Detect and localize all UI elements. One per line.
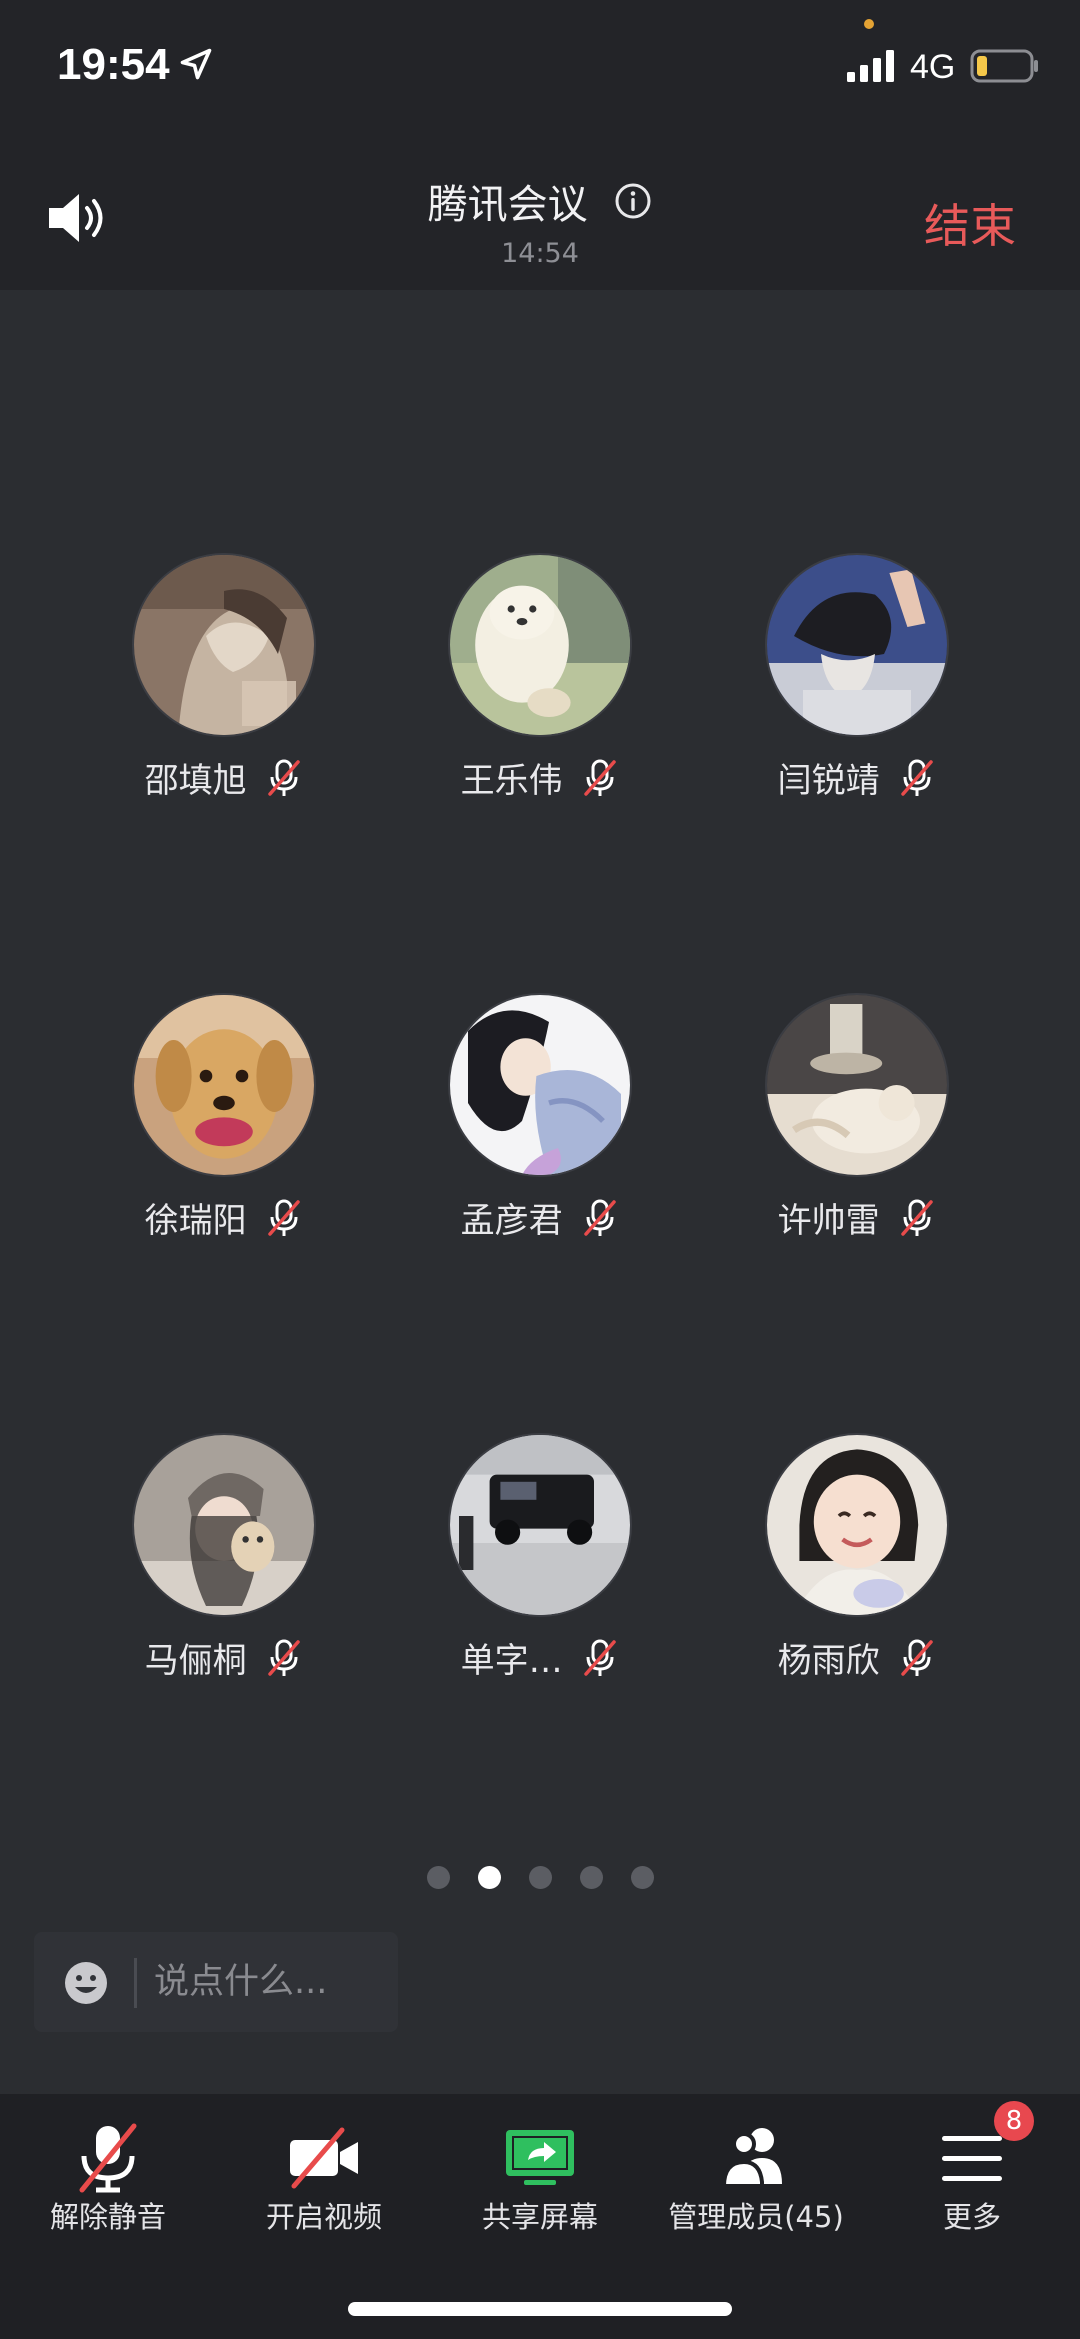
page-indicator[interactable] (0, 1866, 1080, 1892)
participant-avatar (448, 993, 632, 1177)
participant-avatar (448, 1433, 632, 1617)
video-off-icon (290, 2127, 358, 2189)
mic-muted-icon (584, 1199, 617, 1236)
participant-tile[interactable]: 孟彦君 (380, 993, 700, 1293)
participant-name: 王乐伟 (460, 761, 563, 801)
share-screen-icon (506, 2130, 574, 2185)
manage-members-button[interactable]: 管理成员(45) (648, 2094, 864, 2254)
mic-muted-icon (79, 2123, 137, 2193)
participant-tile[interactable]: 马俪桐 (64, 1433, 384, 1733)
participant-tile[interactable]: 邵填旭 (64, 553, 384, 853)
participant-tile[interactable]: 徐瑞阳 (64, 993, 384, 1293)
end-meeting-button[interactable]: 结束 (924, 190, 1016, 256)
mic-muted-icon (268, 1639, 301, 1676)
participant-tile[interactable]: 许帅雷 (697, 993, 1017, 1293)
participant-avatar (132, 993, 316, 1177)
participant-name: 邵填旭 (144, 761, 247, 801)
page-dot[interactable] (630, 1866, 654, 1889)
status-bar: 19:54 4G (0, 0, 1080, 130)
participant-name-row: 孟彦君 (380, 1193, 700, 1242)
participant-name-row: 王乐伟 (380, 753, 700, 802)
meeting-title-text: 腾讯会议 (427, 182, 588, 228)
chat-divider (134, 1958, 137, 2008)
more-button[interactable]: 更多 (864, 2094, 1080, 2254)
participant-tile[interactable]: 王乐伟 (380, 553, 700, 853)
notification-badge: 8 (994, 2101, 1034, 2141)
participant-name-row: 单字… (380, 1633, 700, 1682)
participant-avatar (132, 553, 316, 737)
mic-muted-icon (584, 1639, 617, 1676)
mic-muted-icon (901, 1639, 934, 1676)
start-video-label: 开启视频 (265, 2200, 382, 2234)
participant-name: 单字… (460, 1641, 563, 1681)
battery-low-icon (970, 49, 1038, 83)
privacy-indicator-dot (864, 19, 874, 29)
chat-input[interactable] (154, 1954, 384, 2010)
participant-avatar (448, 553, 632, 737)
participant-avatar (765, 993, 949, 1177)
participant-avatar (765, 1433, 949, 1617)
members-icon (721, 2128, 782, 2188)
unmute-label: 解除静音 (49, 2200, 166, 2234)
page-dot[interactable] (426, 1866, 450, 1889)
participant-name-row: 闫锐靖 (697, 753, 1017, 802)
mic-muted-icon (268, 1199, 301, 1236)
mic-muted-icon (901, 759, 934, 796)
meeting-title[interactable]: 腾讯会议 (0, 172, 1080, 230)
unmute-button[interactable]: 解除静音 (0, 2094, 216, 2254)
participant-name: 许帅雷 (777, 1201, 880, 1241)
participant-grid: 邵填旭 王乐伟 闫锐靖 徐瑞阳 孟彦君 许帅雷 马俪桐 单字… 杨雨欣 (0, 290, 1080, 1850)
manage-members-label: 管理成员(45) (668, 2200, 844, 2234)
participant-tile[interactable]: 杨雨欣 (697, 1433, 1017, 1733)
participant-name-row: 徐瑞阳 (64, 1193, 384, 1242)
participant-avatar (765, 553, 949, 737)
participant-name: 马俪桐 (144, 1641, 247, 1681)
participant-name-row: 杨雨欣 (697, 1633, 1017, 1682)
share-screen-button[interactable]: 共享屏幕 (432, 2094, 648, 2254)
status-time: 19:54 (57, 40, 170, 89)
signal-bars-icon (847, 50, 894, 82)
page-dot[interactable] (477, 1866, 501, 1889)
page-dot[interactable] (579, 1866, 603, 1889)
location-arrow-icon (180, 48, 212, 80)
mic-muted-icon (268, 759, 301, 796)
more-label: 更多 (942, 2200, 1001, 2234)
start-video-button[interactable]: 开启视频 (216, 2094, 432, 2254)
chat-input-box[interactable] (34, 1932, 398, 2032)
participant-name-row: 邵填旭 (64, 753, 384, 802)
home-indicator[interactable] (348, 2302, 732, 2316)
mic-muted-icon (901, 1199, 934, 1236)
info-icon[interactable] (614, 182, 652, 220)
participant-name: 杨雨欣 (777, 1641, 880, 1681)
participant-avatar (132, 1433, 316, 1617)
participant-tile[interactable]: 单字… (380, 1433, 700, 1733)
participant-name: 闫锐靖 (777, 761, 880, 801)
mic-muted-icon (584, 759, 617, 796)
participant-name-row: 许帅雷 (697, 1193, 1017, 1242)
meeting-header: 腾讯会议 14:54 结束 (0, 130, 1080, 290)
network-type: 4G (910, 48, 956, 86)
page-dot[interactable] (528, 1866, 552, 1889)
participant-name: 孟彦君 (460, 1201, 563, 1241)
share-screen-label: 共享屏幕 (481, 2200, 598, 2234)
participant-tile[interactable]: 闫锐靖 (697, 553, 1017, 853)
emoji-icon[interactable] (62, 1959, 110, 2007)
participant-name: 徐瑞阳 (144, 1201, 247, 1241)
participant-name-row: 马俪桐 (64, 1633, 384, 1682)
meeting-duration: 14:54 (501, 238, 579, 269)
